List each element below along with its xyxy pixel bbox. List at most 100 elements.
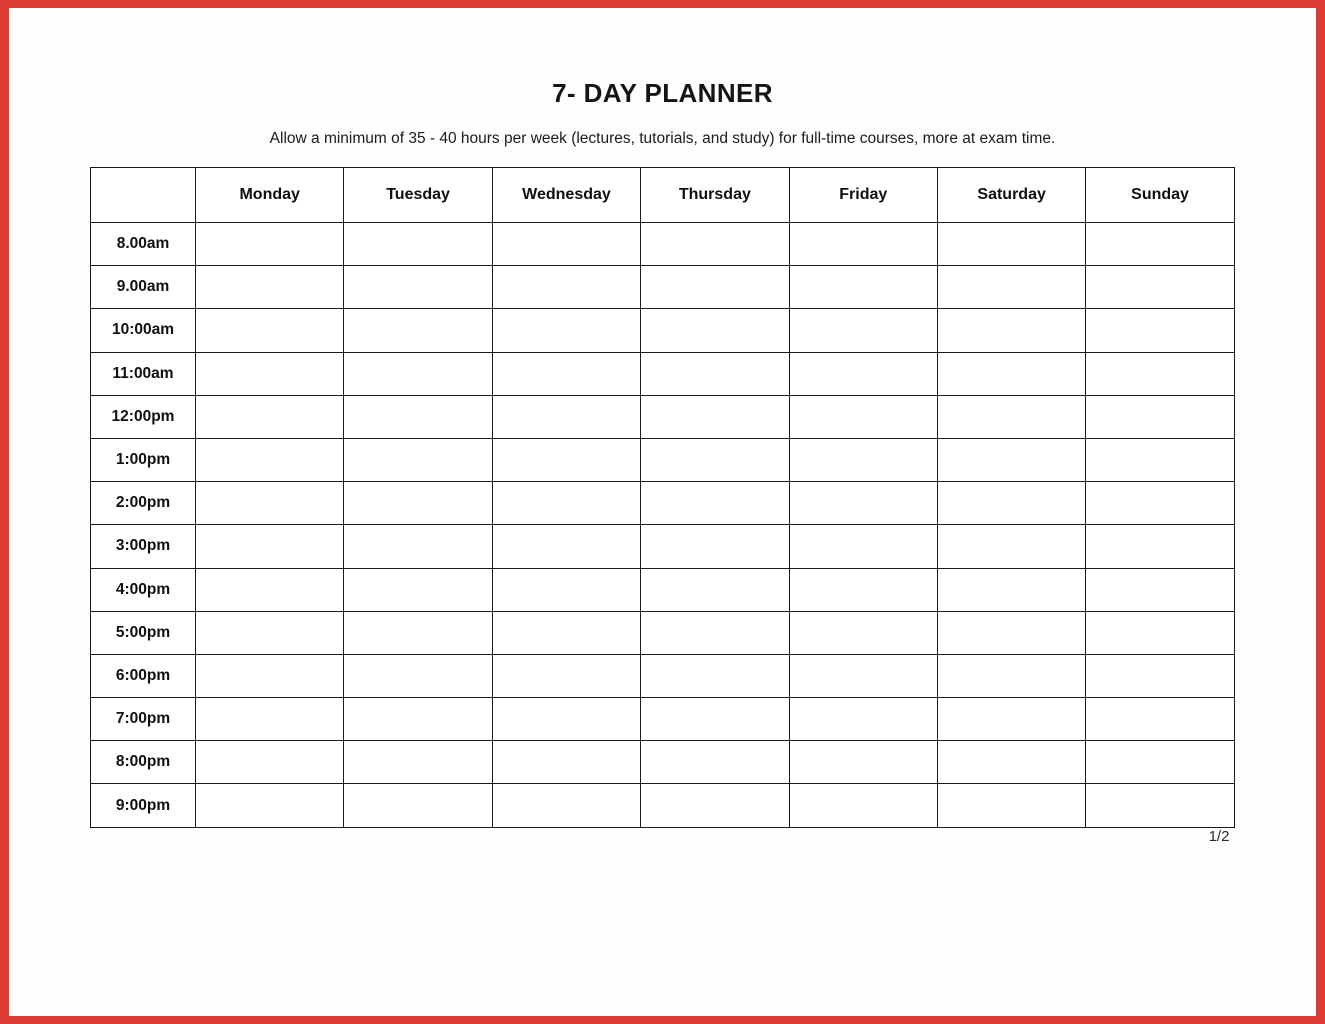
schedule-slot-monday-3[interactable] — [194, 351, 345, 396]
schedule-slot-monday-5[interactable] — [194, 437, 345, 483]
schedule-slot-friday-13[interactable] — [788, 783, 938, 828]
schedule-slot-saturday-6[interactable] — [936, 481, 1087, 526]
schedule-slot-monday-10[interactable] — [194, 653, 345, 699]
schedule-slot-saturday-4[interactable] — [936, 394, 1087, 439]
schedule-slot-thursday-3[interactable] — [640, 351, 790, 396]
schedule-slot-wednesday-10[interactable] — [491, 653, 642, 699]
time-label-cell: 2:00pm — [90, 481, 196, 526]
schedule-slot-wednesday-2[interactable] — [491, 308, 642, 353]
schedule-slot-sunday-5[interactable] — [1085, 437, 1235, 483]
schedule-slot-saturday-1[interactable] — [936, 265, 1087, 310]
schedule-slot-tuesday-2[interactable] — [343, 308, 493, 353]
schedule-slot-sunday-10[interactable] — [1085, 653, 1235, 699]
schedule-slot-tuesday-12[interactable] — [343, 740, 493, 785]
schedule-slot-wednesday-0[interactable] — [491, 221, 642, 267]
schedule-slot-wednesday-3[interactable] — [491, 351, 642, 396]
schedule-slot-thursday-0[interactable] — [640, 221, 790, 267]
schedule-slot-sunday-0[interactable] — [1085, 221, 1235, 267]
schedule-slot-friday-3[interactable] — [788, 351, 938, 396]
schedule-slot-thursday-9[interactable] — [640, 610, 790, 655]
schedule-slot-sunday-3[interactable] — [1085, 351, 1235, 396]
schedule-slot-saturday-7[interactable] — [936, 524, 1087, 569]
schedule-slot-monday-12[interactable] — [194, 740, 345, 785]
schedule-slot-tuesday-0[interactable] — [343, 221, 493, 267]
schedule-slot-wednesday-11[interactable] — [491, 697, 642, 742]
schedule-slot-thursday-11[interactable] — [640, 697, 790, 742]
schedule-slot-sunday-2[interactable] — [1085, 308, 1235, 353]
schedule-slot-tuesday-9[interactable] — [343, 610, 493, 655]
schedule-slot-sunday-7[interactable] — [1085, 524, 1235, 569]
schedule-slot-saturday-2[interactable] — [936, 308, 1087, 353]
schedule-slot-friday-10[interactable] — [788, 653, 938, 699]
schedule-slot-saturday-9[interactable] — [936, 610, 1087, 655]
schedule-slot-monday-13[interactable] — [194, 783, 345, 828]
schedule-slot-monday-7[interactable] — [194, 524, 345, 569]
schedule-slot-friday-12[interactable] — [788, 740, 938, 785]
schedule-slot-tuesday-7[interactable] — [343, 524, 493, 569]
schedule-slot-wednesday-13[interactable] — [491, 783, 642, 828]
schedule-slot-sunday-6[interactable] — [1085, 481, 1235, 526]
schedule-slot-monday-2[interactable] — [194, 308, 345, 353]
schedule-slot-wednesday-4[interactable] — [491, 394, 642, 439]
table-row: 1:00pm — [90, 437, 1235, 483]
schedule-slot-friday-11[interactable] — [788, 697, 938, 742]
schedule-slot-friday-4[interactable] — [788, 394, 938, 439]
schedule-slot-thursday-2[interactable] — [640, 308, 790, 353]
schedule-slot-wednesday-7[interactable] — [491, 524, 642, 569]
schedule-slot-thursday-6[interactable] — [640, 481, 790, 526]
schedule-slot-monday-6[interactable] — [194, 481, 345, 526]
schedule-slot-monday-1[interactable] — [194, 265, 345, 310]
schedule-slot-saturday-5[interactable] — [936, 437, 1087, 483]
schedule-slot-sunday-13[interactable] — [1085, 783, 1235, 828]
schedule-slot-thursday-12[interactable] — [640, 740, 790, 785]
schedule-slot-sunday-11[interactable] — [1085, 697, 1235, 742]
schedule-slot-thursday-4[interactable] — [640, 394, 790, 439]
schedule-slot-saturday-8[interactable] — [936, 567, 1087, 612]
schedule-slot-wednesday-1[interactable] — [491, 265, 642, 310]
schedule-slot-tuesday-6[interactable] — [343, 481, 493, 526]
schedule-slot-thursday-5[interactable] — [640, 437, 790, 483]
schedule-slot-saturday-0[interactable] — [936, 221, 1087, 267]
schedule-slot-wednesday-12[interactable] — [491, 740, 642, 785]
schedule-slot-saturday-11[interactable] — [936, 697, 1087, 742]
schedule-slot-friday-9[interactable] — [788, 610, 938, 655]
schedule-slot-wednesday-8[interactable] — [491, 567, 642, 612]
schedule-slot-thursday-10[interactable] — [640, 653, 790, 699]
schedule-slot-friday-5[interactable] — [788, 437, 938, 483]
schedule-slot-friday-0[interactable] — [788, 221, 938, 267]
schedule-slot-wednesday-6[interactable] — [491, 481, 642, 526]
schedule-slot-friday-1[interactable] — [788, 265, 938, 310]
schedule-slot-monday-11[interactable] — [194, 697, 345, 742]
schedule-slot-thursday-13[interactable] — [640, 783, 790, 828]
schedule-slot-tuesday-8[interactable] — [343, 567, 493, 612]
schedule-slot-tuesday-10[interactable] — [343, 653, 493, 699]
schedule-slot-saturday-10[interactable] — [936, 653, 1087, 699]
schedule-slot-tuesday-4[interactable] — [343, 394, 493, 439]
schedule-slot-saturday-12[interactable] — [936, 740, 1087, 785]
schedule-slot-tuesday-3[interactable] — [343, 351, 493, 396]
schedule-slot-monday-8[interactable] — [194, 567, 345, 612]
schedule-slot-tuesday-5[interactable] — [343, 437, 493, 483]
schedule-slot-sunday-9[interactable] — [1085, 610, 1235, 655]
schedule-slot-sunday-4[interactable] — [1085, 394, 1235, 439]
schedule-slot-monday-4[interactable] — [194, 394, 345, 439]
schedule-slot-friday-2[interactable] — [788, 308, 938, 353]
schedule-slot-tuesday-13[interactable] — [343, 783, 493, 828]
schedule-slot-thursday-8[interactable] — [640, 567, 790, 612]
schedule-slot-saturday-3[interactable] — [936, 351, 1087, 396]
schedule-slot-thursday-1[interactable] — [640, 265, 790, 310]
schedule-slot-friday-6[interactable] — [788, 481, 938, 526]
schedule-slot-sunday-8[interactable] — [1085, 567, 1235, 612]
schedule-slot-monday-0[interactable] — [194, 221, 345, 267]
schedule-slot-tuesday-1[interactable] — [343, 265, 493, 310]
schedule-slot-monday-9[interactable] — [194, 610, 345, 655]
schedule-slot-tuesday-11[interactable] — [343, 697, 493, 742]
schedule-slot-wednesday-9[interactable] — [491, 610, 642, 655]
schedule-slot-wednesday-5[interactable] — [491, 437, 642, 483]
schedule-slot-saturday-13[interactable] — [936, 783, 1087, 828]
schedule-slot-sunday-12[interactable] — [1085, 740, 1235, 785]
schedule-slot-friday-7[interactable] — [788, 524, 938, 569]
schedule-slot-friday-8[interactable] — [788, 567, 938, 612]
schedule-slot-thursday-7[interactable] — [640, 524, 790, 569]
schedule-slot-sunday-1[interactable] — [1085, 265, 1235, 310]
